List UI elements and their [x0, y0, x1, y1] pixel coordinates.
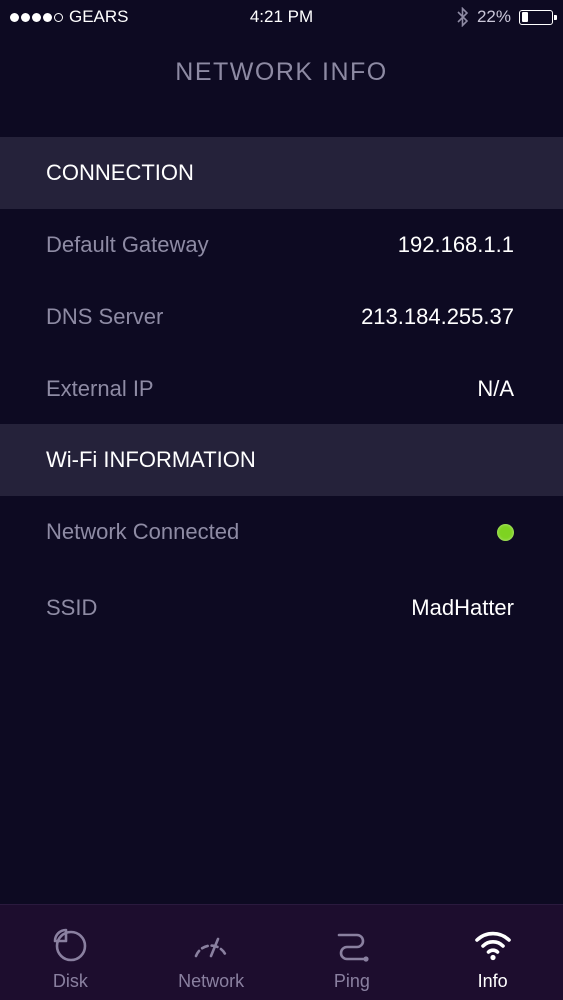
battery-level [521, 12, 528, 22]
signal-strength-icon [10, 12, 63, 22]
row-network-connected: Network Connected [0, 496, 563, 568]
row-label: Network Connected [46, 519, 240, 544]
status-bar: GEARS 4:21 PM 22% [0, 0, 563, 34]
carrier-name: GEARS [69, 7, 129, 26]
row-default-gateway: Default Gateway 192.168.1.1 [0, 209, 563, 281]
row-label: External IP [46, 376, 154, 401]
row-dns-server: DNS Server 213.184.255.37 [0, 281, 563, 353]
status-right: 22% [353, 7, 557, 27]
row-value: 192.168.1.1 [397, 232, 514, 257]
connected-status-indicator [497, 523, 514, 541]
pie-chart-icon [54, 928, 87, 962]
tab-label: Ping [333, 971, 370, 991]
row-label: Default Gateway [46, 232, 209, 257]
row-label: DNS Server [46, 304, 164, 329]
section-header-connection: CONNECTION [0, 137, 563, 209]
section-header-wifi: Wi-Fi INFORMATION [0, 424, 563, 496]
tab-bar: Disk Network Ping Info [0, 904, 563, 1000]
tab-info[interactable]: Info [422, 905, 563, 1000]
route-icon [337, 933, 369, 962]
bluetooth-icon [457, 7, 469, 27]
row-value: MadHatter [411, 595, 514, 620]
speedometer-icon [194, 937, 228, 958]
row-label: SSID [46, 595, 98, 620]
tab-ping[interactable]: Ping [282, 905, 423, 1000]
row-ssid: SSID MadHatter [0, 572, 563, 644]
tab-label: Disk [52, 971, 88, 991]
page-title: NETWORK INFO [175, 58, 388, 86]
status-left: GEARS [10, 7, 210, 27]
wifi-icon [474, 931, 511, 961]
row-value: 213.184.255.37 [361, 304, 514, 329]
network-info-screen: GEARS 4:21 PM 22% NETWORK INFO CONNECTIO… [0, 0, 563, 1000]
tab-label: Info [477, 971, 508, 991]
battery-icon [519, 9, 557, 25]
battery-percent: 22% [476, 7, 511, 26]
row-value: N/A [477, 376, 514, 401]
tab-network[interactable]: Network [141, 905, 282, 1000]
tab-label: Network [178, 971, 245, 991]
row-external-ip: External IP N/A [0, 353, 563, 425]
tab-disk[interactable]: Disk [0, 905, 141, 1000]
